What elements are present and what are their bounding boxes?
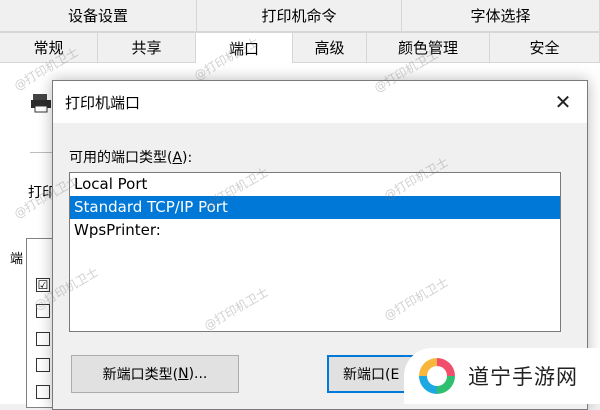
tab-row-second: 常规 共享 端口 高级 颜色管理 安全: [0, 32, 600, 63]
port-checkbox[interactable]: ☑: [36, 278, 50, 292]
close-icon: ✕: [554, 90, 572, 114]
tab-row-top: 设备设置 打印机命令 字体选择: [0, 0, 600, 32]
tab-ports[interactable]: 端口: [196, 32, 293, 63]
tab-font-selection[interactable]: 字体选择: [402, 0, 600, 32]
dialog-titlebar: 打印机端口 ✕: [53, 81, 587, 123]
port-checkbox[interactable]: [36, 304, 50, 318]
tab-general[interactable]: 常规: [0, 32, 98, 63]
btn-accesskey: N: [178, 366, 189, 382]
btn-prefix: 新端口类型(: [102, 367, 179, 383]
dialog-title: 打印机端口: [65, 94, 141, 112]
new-port-type-button[interactable]: 新端口类型(N)...: [71, 355, 239, 393]
site-name: 道宁手游网: [468, 365, 578, 389]
tab-printer-commands[interactable]: 打印机命令: [197, 0, 402, 32]
tab-security[interactable]: 安全: [490, 32, 600, 63]
port-checkbox[interactable]: [36, 385, 50, 399]
port-checkbox[interactable]: [36, 332, 50, 346]
port-checkbox[interactable]: [36, 358, 50, 372]
close-button[interactable]: ✕: [543, 85, 583, 119]
divider: [30, 152, 54, 153]
label-prefix: 可用的端口类型(: [69, 150, 173, 166]
printer-icon: [31, 94, 51, 113]
port-item-local-port[interactable]: Local Port: [70, 173, 560, 196]
btn-suffix: )...: [188, 366, 208, 382]
port-type-list[interactable]: Local Port Standard TCP/IP Port WpsPrint…: [69, 172, 561, 332]
tab-color-management[interactable]: 颜色管理: [367, 32, 490, 63]
site-badge: 道宁手游网: [404, 348, 600, 404]
site-logo-icon: [417, 356, 457, 396]
tab-advanced[interactable]: 高级: [293, 32, 367, 63]
tab-device-settings[interactable]: 设备设置: [0, 0, 197, 32]
label-accesskey: A: [172, 150, 183, 166]
port-column-header: 端: [10, 252, 24, 267]
label-suffix: ):: [182, 150, 193, 166]
tab-sharing[interactable]: 共享: [98, 32, 196, 63]
port-item-wpsprinter[interactable]: WpsPrinter:: [70, 219, 560, 242]
available-port-types-label: 可用的端口类型(A):: [69, 147, 192, 167]
port-item-standard-tcp-ip[interactable]: Standard TCP/IP Port: [70, 196, 560, 219]
